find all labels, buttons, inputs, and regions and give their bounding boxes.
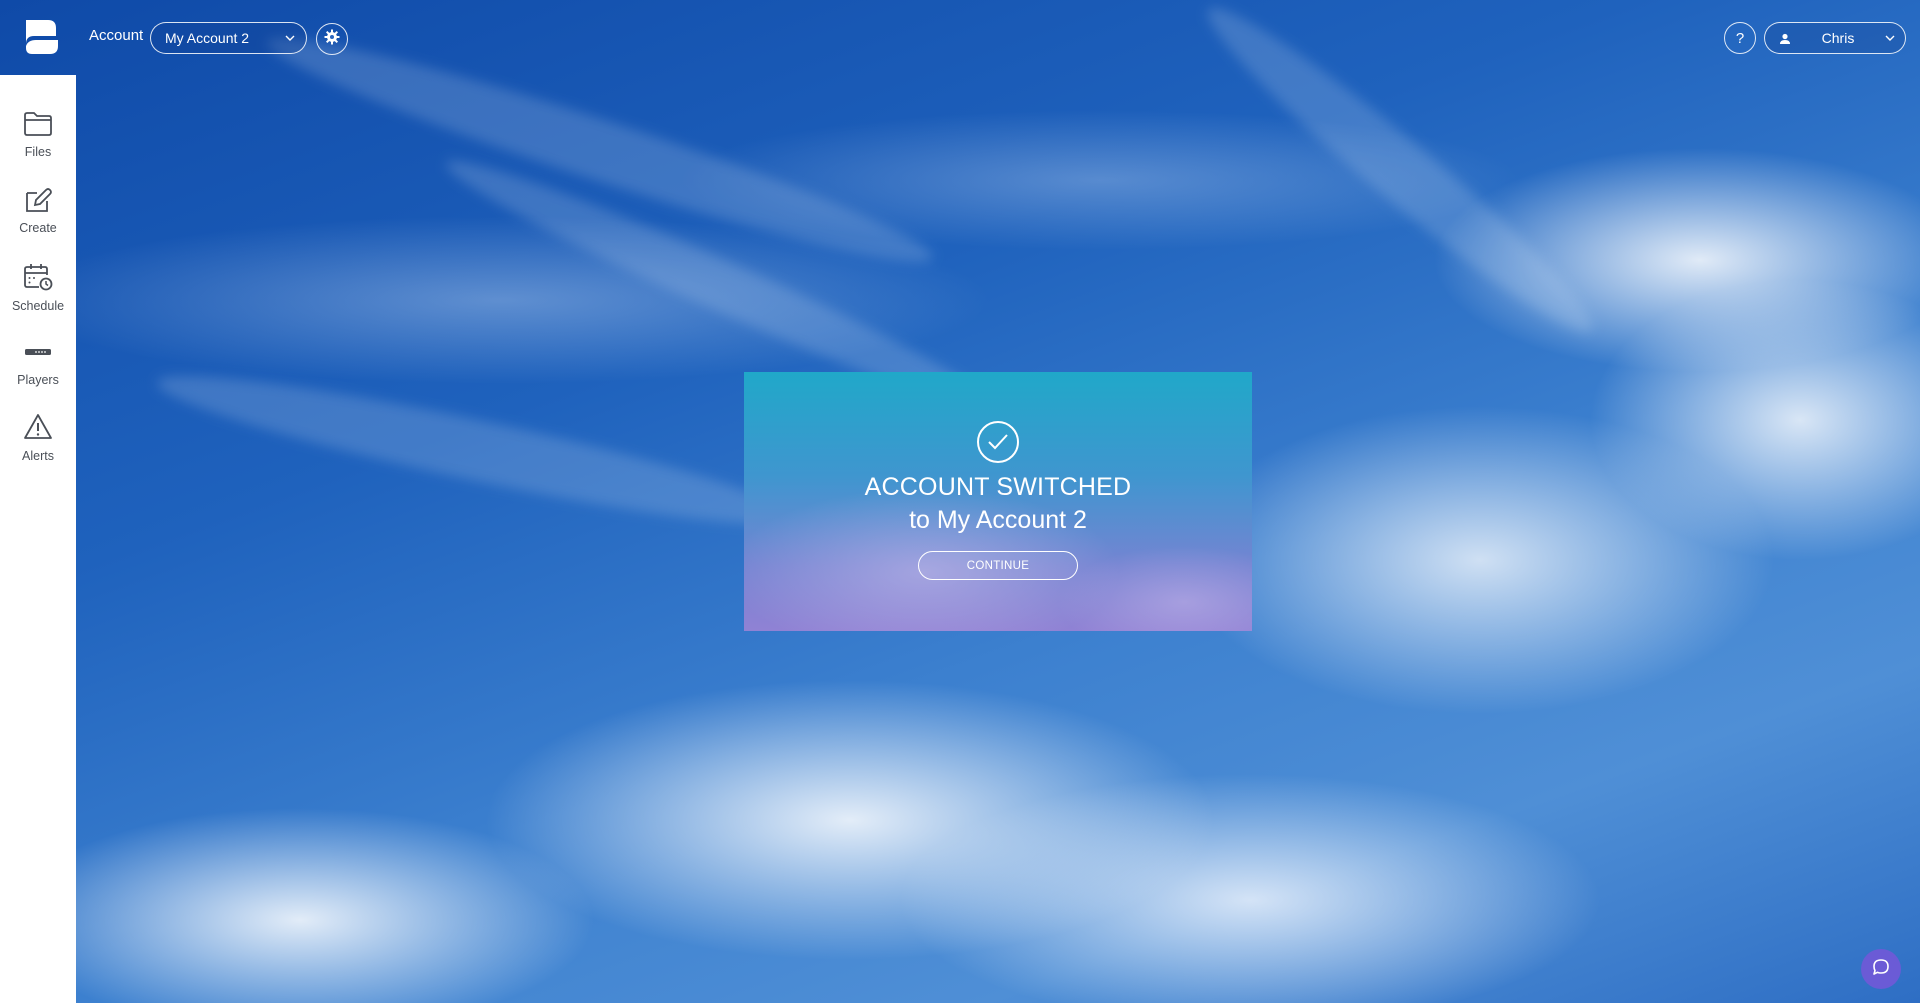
create-icon — [23, 187, 53, 221]
account-select-value: My Account 2 — [165, 30, 250, 46]
help-button[interactable]: ? — [1724, 22, 1756, 54]
sidebar-item-create[interactable]: Create — [0, 187, 76, 249]
sidebar: Files Create Schedule Players Alerts — [0, 75, 76, 1003]
app-logo[interactable] — [22, 18, 62, 56]
sidebar-item-files[interactable]: Files — [0, 111, 76, 173]
account-label: Account — [89, 27, 144, 44]
calendar-clock-icon — [23, 263, 53, 299]
help-icon: ? — [1735, 29, 1745, 47]
folder-icon — [23, 111, 53, 145]
account-switched-dialog: ACCOUNT SWITCHED to My Account 2 CONTINU… — [744, 372, 1252, 631]
sidebar-item-players[interactable]: Players — [0, 339, 76, 401]
user-menu[interactable]: Chris — [1764, 22, 1906, 54]
chat-button[interactable] — [1861, 949, 1901, 989]
continue-button[interactable]: CONTINUE — [918, 551, 1078, 580]
dialog-title: ACCOUNT SWITCHED — [864, 473, 1132, 501]
chevron-down-icon — [1884, 31, 1896, 47]
sidebar-item-label: Schedule — [11, 299, 65, 313]
warning-icon — [23, 413, 53, 449]
account-settings-button[interactable] — [316, 23, 348, 55]
dialog-subtitle: to My Account 2 — [909, 506, 1087, 534]
sidebar-item-label: Create — [19, 221, 57, 235]
player-device-icon — [23, 339, 53, 373]
chat-bubble-icon — [1872, 958, 1890, 981]
top-bar: Account My Account 2 ? Chris — [0, 0, 1920, 75]
account-select[interactable]: My Account 2 — [150, 22, 307, 54]
chevron-down-icon — [284, 31, 296, 47]
sidebar-item-alerts[interactable]: Alerts — [0, 413, 76, 475]
sidebar-item-label: Alerts — [22, 449, 54, 463]
sidebar-item-label: Files — [24, 145, 52, 159]
checkmark-icon — [977, 421, 1019, 463]
gear-icon — [324, 29, 340, 50]
sidebar-item-label: Players — [17, 373, 59, 387]
sidebar-item-schedule[interactable]: Schedule — [0, 263, 76, 325]
